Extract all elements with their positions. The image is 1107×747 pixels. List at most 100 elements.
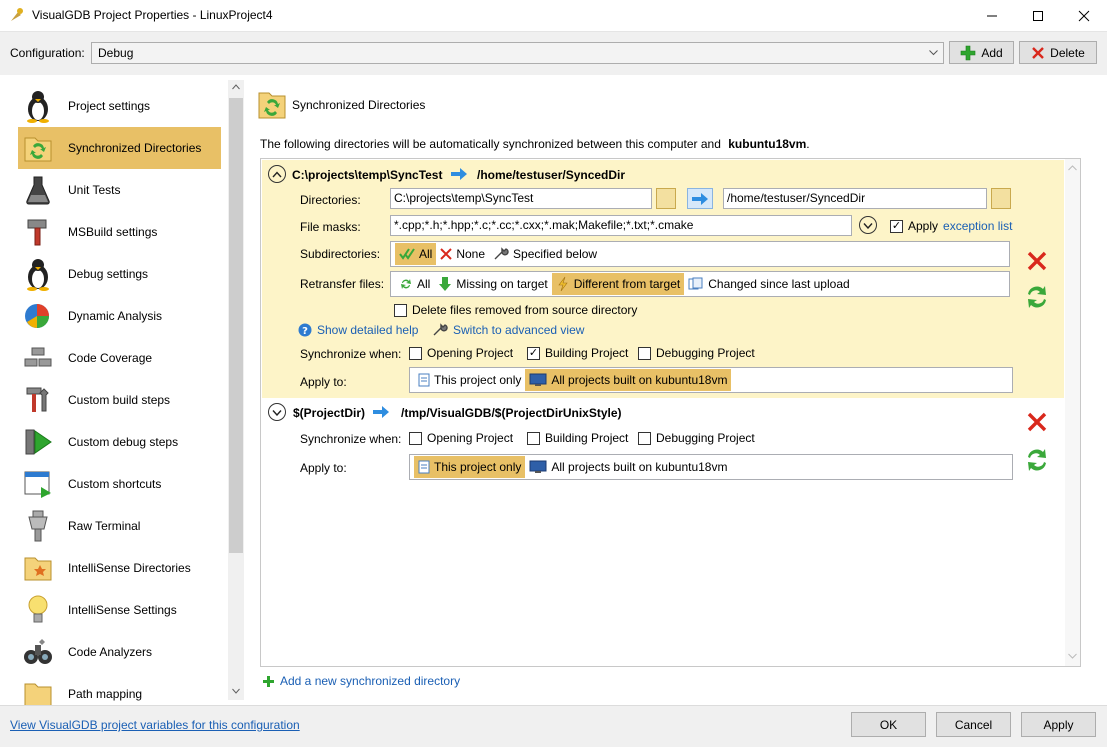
file-masks-dropdown-button[interactable] — [859, 216, 877, 234]
sidebar-item-custom-shortcuts[interactable]: Custom shortcuts — [18, 463, 221, 505]
sidebar-item-intellisense-directories[interactable]: IntelliSense Directories — [18, 547, 221, 589]
sidebar-item-custom-debug-steps[interactable]: Custom debug steps — [18, 421, 221, 463]
sidebar-item-label: MSBuild settings — [68, 225, 158, 239]
serial-plug-icon — [18, 510, 58, 542]
close-icon[interactable] — [1061, 0, 1107, 31]
add-sync-directory-row: Add a new synchronized directory — [262, 674, 460, 688]
sidebar-item-label: Project settings — [68, 99, 151, 113]
retransfer-option-all[interactable]: All — [395, 273, 434, 295]
cancel-label: Cancel — [954, 717, 993, 732]
retransfer-label: Retransfer files: — [300, 277, 385, 291]
subdir-option-all[interactable]: All — [395, 243, 437, 265]
sidebar-item-label: Custom build steps — [68, 393, 171, 407]
scroll-up-icon[interactable] — [1068, 165, 1077, 171]
sync-opening-checkbox[interactable] — [409, 431, 422, 445]
sync-opening-checkbox[interactable] — [409, 346, 422, 360]
remote-directory-input[interactable]: /home/testuser/SyncedDir — [723, 188, 987, 209]
document-icon — [418, 460, 430, 474]
sidebar-item-dynamic-analysis[interactable]: Dynamic Analysis — [18, 295, 221, 337]
browse-local-folder-button[interactable] — [656, 188, 676, 209]
entry-remote-path: /tmp/VisualGDB/$(ProjectDirUnixStyle) — [401, 406, 622, 420]
sidebar-scroll-thumb[interactable] — [229, 98, 243, 553]
apply-exception-list-checkbox[interactable]: ✓ — [890, 219, 903, 233]
sidebar-item-label: Custom debug steps — [68, 435, 179, 449]
delete-x-icon — [1032, 46, 1045, 59]
apply-button[interactable]: Apply — [1021, 712, 1096, 737]
sync-building-checkbox[interactable] — [527, 431, 540, 445]
sidebar-item-project-settings[interactable]: Project settings — [18, 85, 221, 127]
sidebar-item-custom-build-steps[interactable]: Custom build steps — [18, 379, 221, 421]
cancel-button[interactable]: Cancel — [936, 712, 1011, 737]
sync-refresh-icon[interactable] — [1024, 445, 1050, 475]
sidebar-item-label: Raw Terminal — [68, 519, 141, 533]
local-directory-input[interactable]: C:\projects\temp\SyncTest — [390, 188, 652, 209]
sync-entry-2: $(ProjectDir) /tmp/VisualGDB/$(ProjectDi… — [262, 400, 1064, 482]
show-detailed-help-link[interactable]: Show detailed help — [317, 323, 418, 337]
browse-remote-folder-button[interactable] — [991, 188, 1011, 209]
delete-entry-icon[interactable] — [1026, 411, 1048, 433]
ok-button[interactable]: OK — [851, 712, 926, 737]
apply-option-label: All projects built on kubuntu18vm — [551, 373, 728, 387]
apply-this-project-option[interactable]: This project only — [414, 456, 526, 478]
subdir-option-none[interactable]: None — [436, 243, 489, 265]
sidebar-item-code-coverage[interactable]: Code Coverage — [18, 337, 221, 379]
sidebar-item-path-mapping[interactable]: Path mapping — [18, 673, 221, 705]
title-bar: VisualGDB Project Properties - LinuxProj… — [0, 0, 1107, 31]
file-masks-label: File masks: — [300, 220, 361, 234]
sync-refresh-icon[interactable] — [1024, 282, 1050, 312]
apply-all-projects-option[interactable]: All projects built on kubuntu18vm — [525, 369, 732, 391]
exception-list-link[interactable]: exception list — [943, 219, 1012, 233]
configuration-select[interactable]: Debug — [91, 42, 944, 64]
retransfer-option-different[interactable]: Different from target — [551, 273, 685, 295]
sync-building-checkbox[interactable]: ✓ — [527, 346, 540, 360]
sync-building-label: Building Project — [545, 431, 629, 445]
sync-debugging-checkbox[interactable] — [638, 346, 651, 360]
sidebar-item-unit-tests[interactable]: Unit Tests — [18, 169, 221, 211]
file-masks-input[interactable]: *.cpp;*.h;*.hpp;*.c;*.cc;*.cxx;*.mak;Mak… — [390, 215, 852, 236]
apply-to-label: Apply to: — [300, 461, 347, 475]
remote-directory-value: /home/testuser/SyncedDir — [727, 191, 866, 205]
sidebar-item-label: Code Analyzers — [68, 645, 153, 659]
intro-text-body: The following directories will be automa… — [260, 137, 721, 151]
collapse-toggle[interactable] — [268, 165, 286, 183]
sync-debugging-checkbox[interactable] — [638, 431, 651, 445]
sidebar-item-intellisense-settings[interactable]: IntelliSense Settings — [18, 589, 221, 631]
sidebar-item-code-analyzers[interactable]: Code Analyzers — [18, 631, 221, 673]
minimize-icon[interactable] — [969, 0, 1015, 31]
add-configuration-button[interactable]: Add — [949, 41, 1014, 64]
configuration-label: Configuration: — [10, 46, 85, 60]
intro-text-end: . — [806, 137, 810, 151]
apply-this-project-option[interactable]: This project only — [414, 369, 525, 391]
apply-all-projects-option[interactable]: All projects built on kubuntu18vm — [525, 456, 731, 478]
refresh-icon — [401, 279, 411, 289]
delete-files-checkbox[interactable] — [394, 303, 407, 317]
hammer-icon — [18, 217, 58, 247]
retransfer-option-missing[interactable]: Missing on target — [434, 273, 551, 295]
sync-opening-label: Opening Project — [427, 346, 514, 360]
add-sync-directory-link[interactable]: Add a new synchronized directory — [280, 674, 460, 688]
sync-when-label: Synchronize when: — [300, 347, 402, 361]
retransfer-option-changed[interactable]: Changed since last upload — [684, 273, 853, 295]
scroll-down-icon[interactable] — [1068, 653, 1077, 659]
entry-local-path: $(ProjectDir) — [293, 406, 366, 420]
delete-label: Delete — [1050, 45, 1085, 60]
window-title: VisualGDB Project Properties - LinuxProj… — [32, 8, 273, 22]
delete-configuration-button[interactable]: Delete — [1019, 41, 1097, 64]
scroll-up-icon[interactable] — [232, 84, 240, 90]
sidebar-item-raw-terminal[interactable]: Raw Terminal — [18, 505, 221, 547]
sync-when-label: Synchronize when: — [300, 432, 402, 446]
direction-arrow-button[interactable] — [687, 188, 713, 209]
expand-toggle[interactable] — [268, 403, 286, 421]
sidebar-item-debug-settings[interactable]: Debug settings — [18, 253, 221, 295]
subdir-option-specified[interactable]: Specified below — [489, 243, 601, 265]
list-scrollbar[interactable] — [1065, 159, 1080, 666]
scroll-down-icon[interactable] — [232, 688, 240, 694]
sidebar-item-synchronized-directories[interactable]: Synchronized Directories — [18, 127, 221, 169]
view-project-variables-link[interactable]: View VisualGDB project variables for thi… — [10, 718, 300, 732]
sidebar-item-msbuild-settings[interactable]: MSBuild settings — [18, 211, 221, 253]
switch-advanced-view-link[interactable]: Switch to advanced view — [453, 323, 584, 337]
sync-folder-icon — [18, 132, 58, 164]
maximize-icon[interactable] — [1015, 0, 1061, 31]
ok-label: OK — [879, 717, 898, 732]
delete-entry-icon[interactable] — [1026, 250, 1048, 272]
